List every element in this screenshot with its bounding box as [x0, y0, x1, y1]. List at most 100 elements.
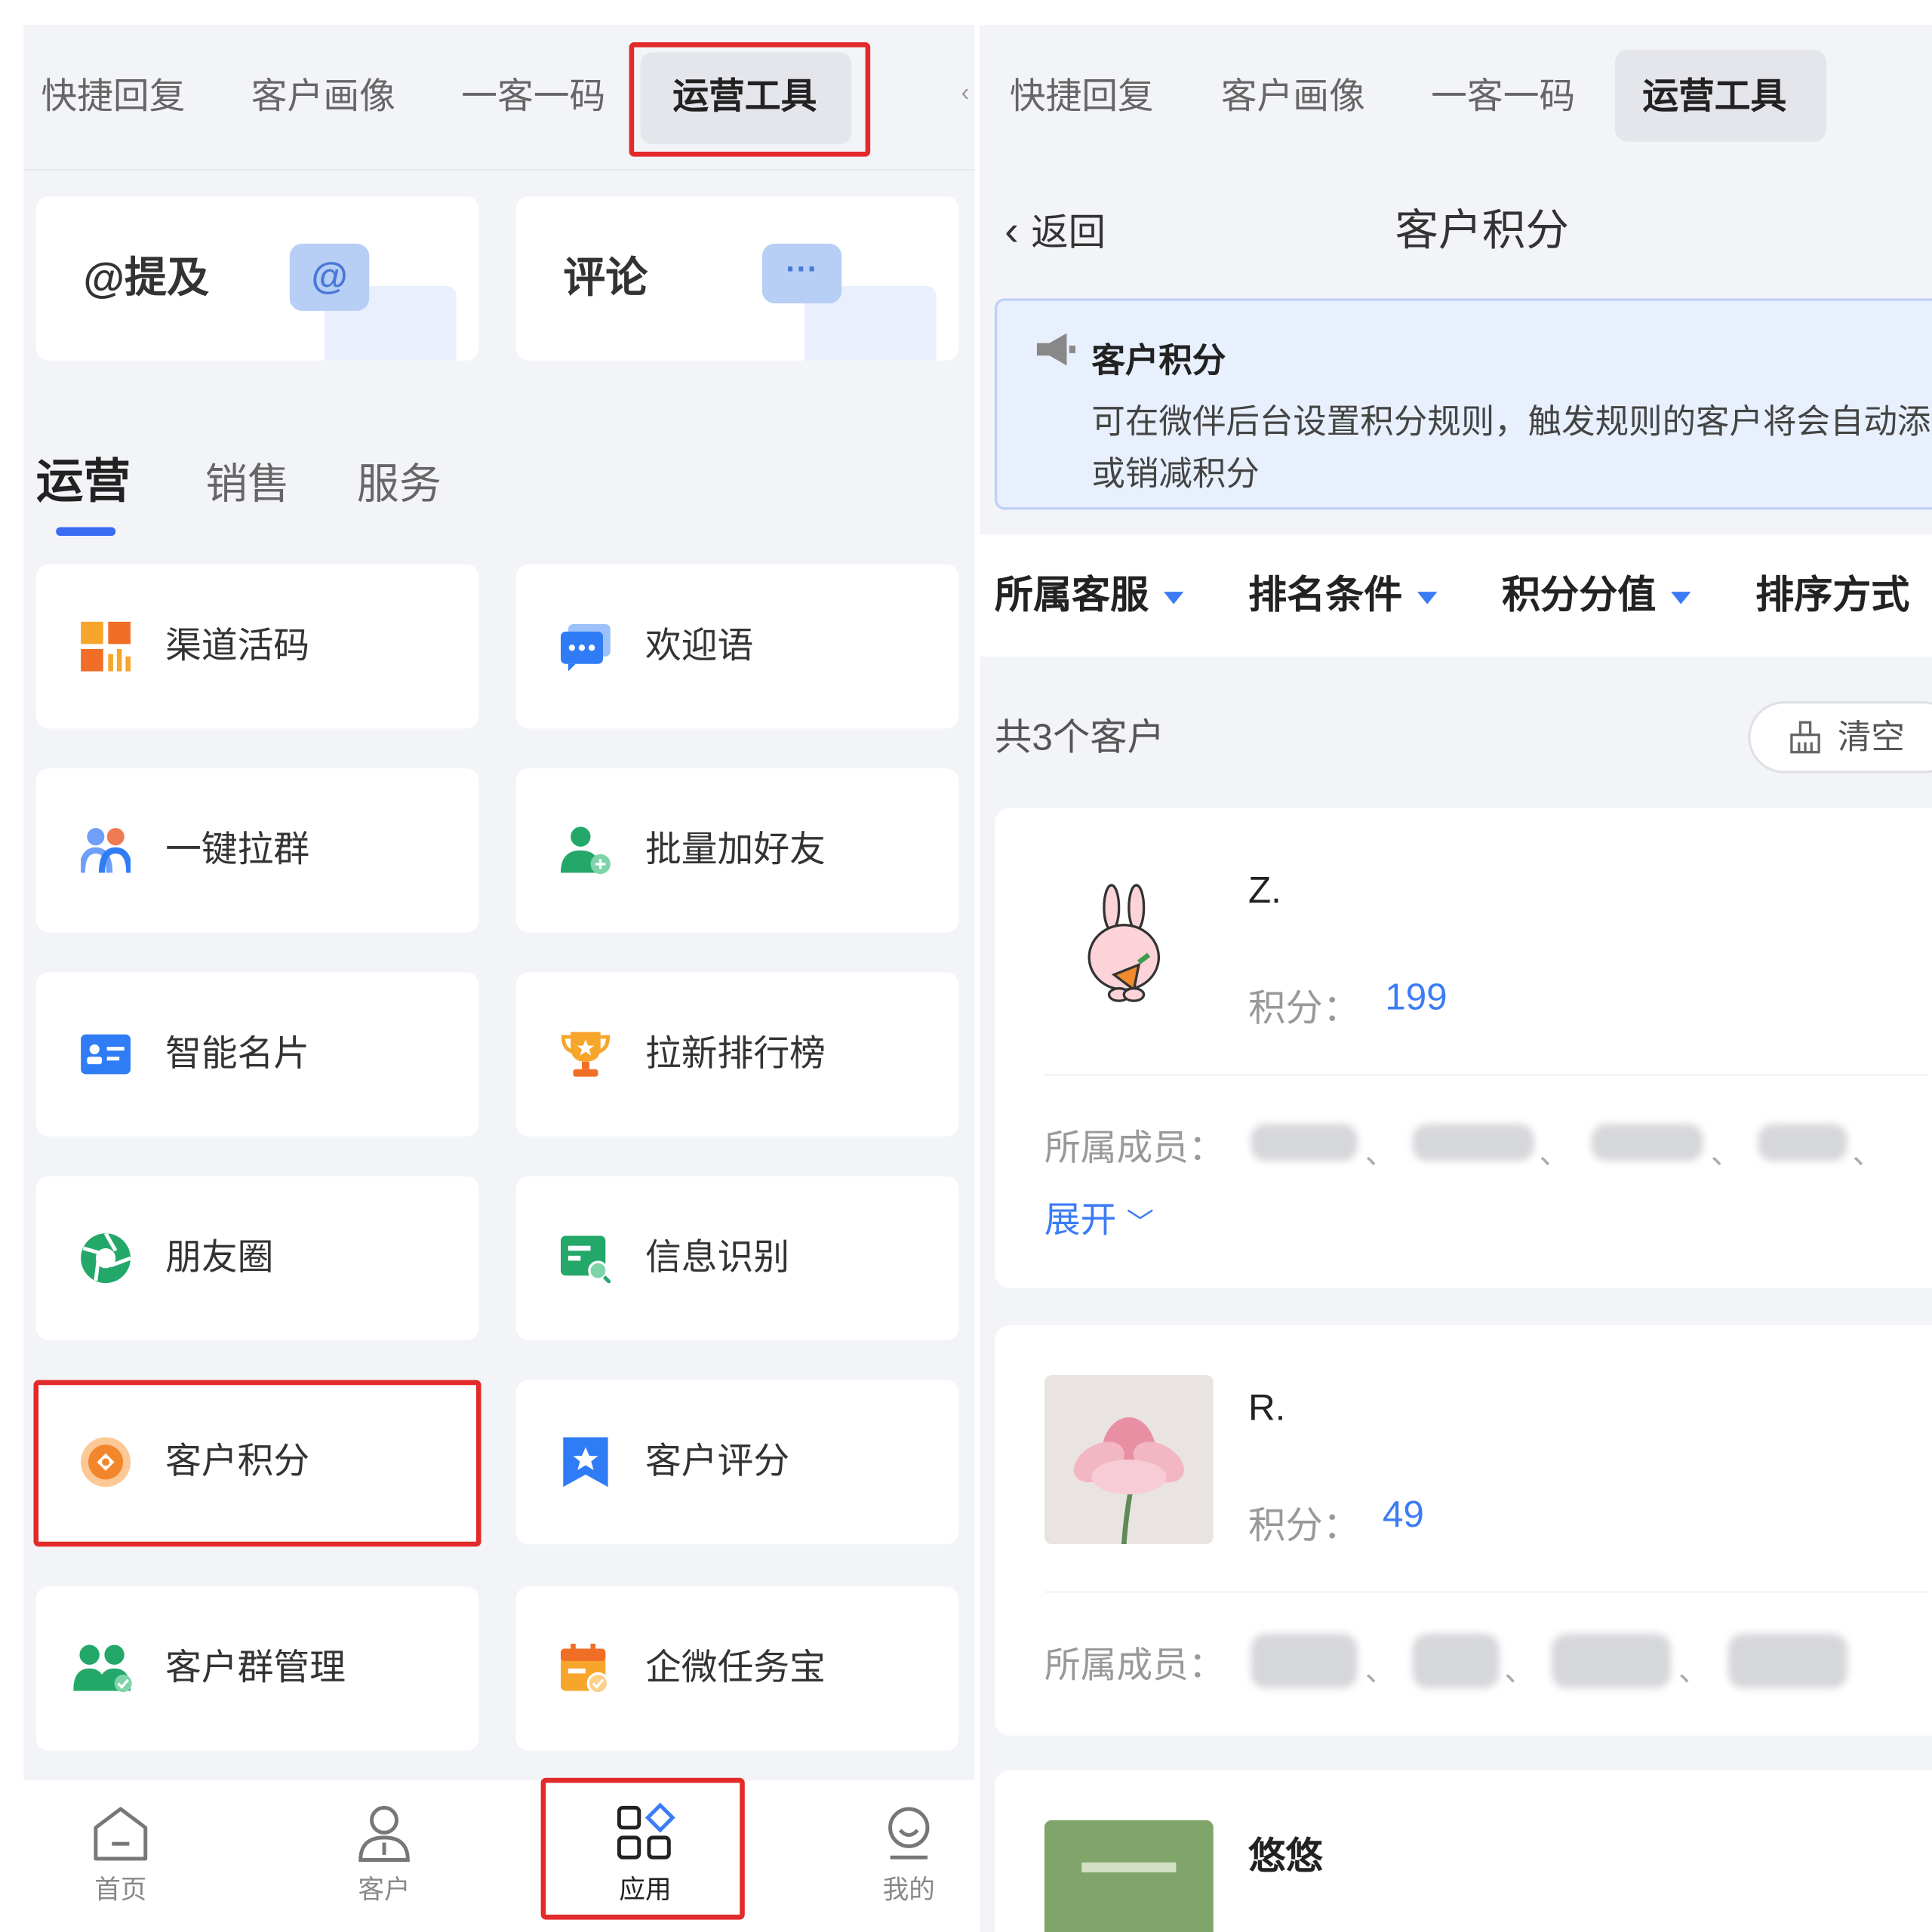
tool-referral-leaderboard[interactable]: 拉新排行榜: [515, 972, 959, 1137]
tool-customer-group-mgmt[interactable]: 客户群管理: [35, 1586, 479, 1751]
tab-quick-reply[interactable]: 快捷回复: [1010, 25, 1154, 169]
profile-icon: [888, 1807, 930, 1860]
tab-one-customer-code[interactable]: 一客一码: [461, 25, 605, 169]
nav-home[interactable]: 首页: [46, 1780, 195, 1907]
segment-operation[interactable]: 运营: [36, 442, 131, 511]
id-card-icon: [81, 1034, 131, 1075]
comment-label: 评论: [563, 254, 648, 303]
members-label: 所属成员：: [1044, 1646, 1225, 1686]
chevron-left-icon: ‹: [1004, 208, 1019, 255]
nav-label: 我的: [882, 1875, 935, 1905]
tab-one-customer-code[interactable]: 一客一码: [1431, 25, 1575, 169]
separator: 、: [1852, 1137, 1883, 1171]
highlight-box-tab: [629, 42, 871, 157]
separator: 、: [1678, 1654, 1709, 1689]
top-tabbar: 快捷回复 客户画像 一客一码 运营工具: [980, 24, 1932, 171]
scan-card-icon: [560, 1235, 611, 1284]
filter-label: 排序方式: [1755, 573, 1910, 617]
tab-customer-profile[interactable]: 客户画像: [1221, 25, 1365, 169]
avatar: [1044, 1375, 1214, 1545]
person-icon: [358, 1805, 410, 1862]
mention-card[interactable]: @提及 @: [35, 196, 479, 361]
filter-label: 排名条件: [1247, 573, 1403, 617]
users-icon: [81, 828, 131, 873]
tool-label: 一键拉群: [165, 830, 310, 871]
chevron-down-icon: ﹀: [1126, 1207, 1154, 1238]
tool-channel-qrcode[interactable]: 渠道活码: [35, 564, 479, 729]
at-icon: @: [289, 243, 370, 311]
separator: 、: [1504, 1654, 1534, 1689]
nav-mine[interactable]: 我的: [834, 1780, 974, 1907]
back-button[interactable]: ‹ 返回: [1004, 169, 1106, 296]
clear-button[interactable]: 清空: [1748, 701, 1932, 774]
left-panel: 快捷回复 客户画像 一客一码 运营工具 ‹ @提及 @ 评论 ··· 运营 销售…: [23, 24, 975, 1932]
tool-batch-add-friends[interactable]: 批量加好友: [515, 768, 959, 933]
blurred-member: [1251, 1124, 1358, 1161]
tab-quick-reply[interactable]: 快捷回复: [41, 25, 185, 169]
caret-down-icon: [1163, 591, 1184, 605]
tool-welcome-message[interactable]: 欢迎语: [515, 564, 959, 729]
tool-customer-rating[interactable]: 客户评分: [515, 1380, 959, 1545]
blurred-member: [1758, 1124, 1848, 1161]
group-icon: [73, 1644, 132, 1693]
home-icon: [94, 1807, 148, 1861]
tool-info-recognition[interactable]: 信息识别: [515, 1176, 959, 1340]
nav-label: 客户: [358, 1875, 411, 1905]
tool-task-treasure[interactable]: 企微任务宝: [515, 1586, 959, 1751]
qrcode-grid-icon: [81, 621, 131, 672]
separator: 、: [1539, 1137, 1570, 1171]
segment-service[interactable]: 服务: [357, 450, 441, 511]
blurred-member: [1551, 1633, 1672, 1689]
blurred-member: [1412, 1633, 1500, 1689]
more-tabs-icon[interactable]: ‹: [961, 79, 969, 108]
tool-label: 批量加好友: [645, 830, 826, 871]
filter-bar: 所属客服 排名条件 积分分值 排序方式: [980, 534, 1932, 657]
tool-label: 客户评分: [645, 1441, 790, 1482]
bottom-nav: 首页 客户 应用 我的: [23, 1777, 975, 1932]
blurred-member: [1412, 1124, 1534, 1161]
tool-label: 客户群管理: [165, 1648, 346, 1689]
filter-points-value[interactable]: 积分分值: [1502, 534, 1691, 656]
segment-sales[interactable]: 销售: [205, 450, 290, 511]
separator: 、: [1364, 1654, 1395, 1689]
task-calendar-icon: [560, 1643, 610, 1694]
customer-card[interactable]: Z. 积分： 199 所属成员： 、 、 、 、 展开 ﹀: [994, 808, 1932, 1288]
chat-bubble-icon: [560, 623, 611, 672]
highlight-box-nav: [540, 1777, 745, 1920]
points-label: 积分：: [1247, 1506, 1361, 1547]
customer-card[interactable]: 悠悠: [994, 1770, 1932, 1932]
tool-one-click-group[interactable]: 一键拉群: [35, 768, 479, 933]
members-label: 所属成员：: [1044, 1128, 1225, 1169]
tool-moments[interactable]: 朋友圈: [35, 1176, 479, 1340]
filter-label: 所属客服: [994, 573, 1149, 617]
filter-sort-order[interactable]: 排序方式: [1755, 534, 1909, 656]
page-title: 客户积分: [1395, 206, 1570, 255]
highlight-box-points: [33, 1380, 481, 1547]
page-header: ‹ 返回 客户积分: [980, 169, 1932, 294]
separator: 、: [1364, 1137, 1395, 1171]
tool-label: 渠道活码: [165, 626, 310, 667]
segment-underline: [56, 527, 116, 537]
expand-link[interactable]: 展开 ﹀: [1044, 1191, 1154, 1243]
tool-label: 企微任务宝: [645, 1648, 826, 1689]
divider: [1044, 1074, 1927, 1076]
megaphone-icon: [1036, 333, 1076, 366]
notice-banner: 客户积分 可在微伴后台设置积分规则，触发规则的客户将会自动添加或销减积分: [994, 298, 1932, 510]
filter-rank-condition[interactable]: 排名条件: [1247, 534, 1438, 656]
separator: 、: [1710, 1137, 1741, 1171]
filter-owner[interactable]: 所属客服: [994, 534, 1184, 656]
tab-customer-profile[interactable]: 客户画像: [251, 25, 395, 169]
expand-label: 展开: [1044, 1201, 1117, 1241]
customer-count: 共3个客户: [994, 717, 1165, 758]
divider: [1044, 1591, 1927, 1593]
tool-smart-card[interactable]: 智能名片: [35, 972, 479, 1137]
nav-customers[interactable]: 客户: [309, 1780, 459, 1907]
customer-name: R.: [1247, 1387, 1286, 1429]
customer-name: Z.: [1247, 870, 1281, 912]
customer-card[interactable]: R. 积分： 49 所属成员： 、 、 、: [994, 1325, 1932, 1736]
back-label: 返回: [1031, 212, 1106, 254]
comment-card[interactable]: 评论 ···: [515, 196, 959, 361]
points-value: 49: [1382, 1494, 1424, 1536]
tab-operation-tools[interactable]: 运营工具: [1642, 25, 1786, 169]
avatar: [1044, 870, 1214, 1040]
